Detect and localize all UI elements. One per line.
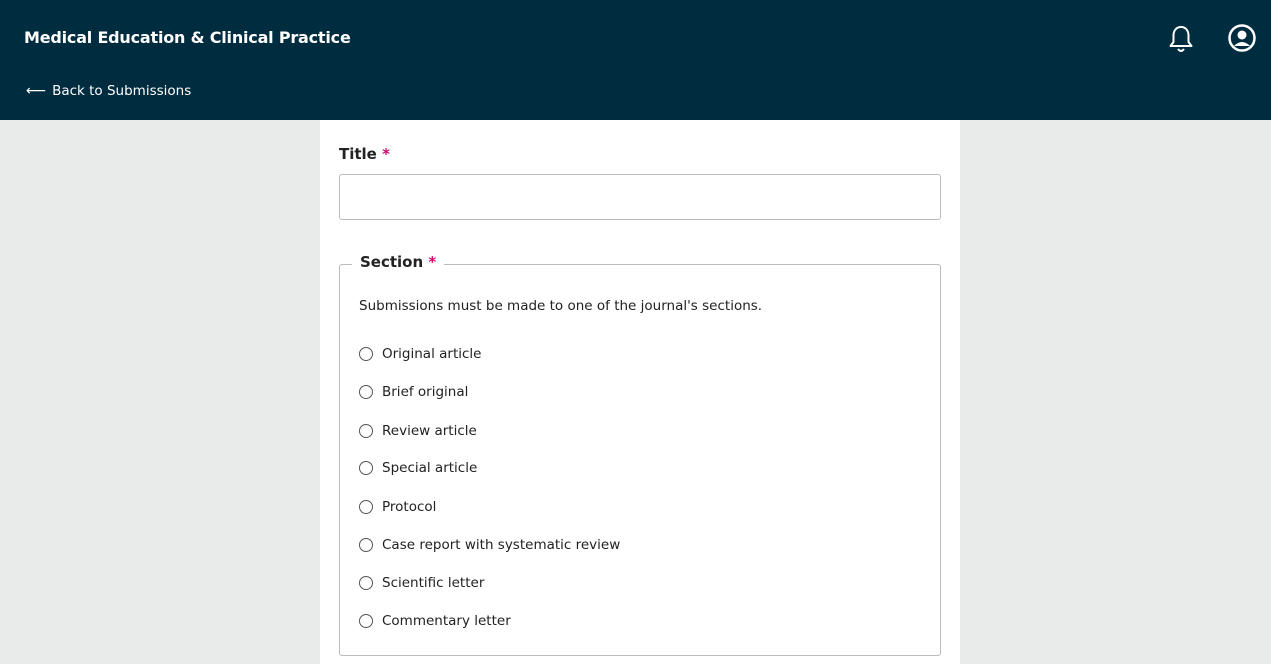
section-option-special-article[interactable]: Special article	[359, 460, 477, 476]
radio-button[interactable]	[359, 500, 373, 514]
section-fieldset: Section * Submissions must be made to on…	[339, 253, 941, 656]
title-input[interactable]	[339, 174, 941, 220]
section-option-case-report[interactable]: Case report with systematic review	[359, 537, 620, 553]
section-option-commentary-letter[interactable]: Commentary letter	[359, 613, 511, 629]
radio-button[interactable]	[359, 576, 373, 590]
radio-button[interactable]	[359, 424, 373, 438]
option-label: Scientific letter	[382, 575, 485, 591]
title-field-label: Title *	[339, 145, 390, 163]
option-label: Case report with systematic review	[382, 537, 621, 553]
radio-button[interactable]	[359, 461, 373, 475]
option-label: Original article	[382, 346, 482, 362]
option-label: Protocol	[382, 499, 437, 515]
section-option-scientific-letter[interactable]: Scientific letter	[359, 575, 484, 591]
section-option-review-article[interactable]: Review article	[359, 423, 477, 439]
option-label: Special article	[382, 460, 478, 476]
app-title: Medical Education & Clinical Practice	[24, 28, 351, 47]
radio-button[interactable]	[359, 614, 373, 628]
back-to-submissions-link[interactable]: ⟵ Back to Submissions	[26, 83, 191, 99]
radio-button[interactable]	[359, 347, 373, 361]
title-label-text: Title	[339, 145, 377, 163]
radio-button[interactable]	[359, 538, 373, 552]
top-header: Medical Education & Clinical Practice ⟵ …	[0, 0, 1271, 120]
option-label: Review article	[382, 423, 477, 439]
back-arrow-icon: ⟵	[26, 83, 47, 99]
option-label: Brief original	[382, 384, 469, 400]
submission-form-panel: Title * Section * Submissions must be ma…	[320, 120, 960, 664]
section-description: Submissions must be made to one of the j…	[359, 298, 763, 314]
section-legend: Section *	[352, 253, 445, 271]
bell-icon[interactable]	[1168, 24, 1194, 54]
user-circle-icon[interactable]	[1228, 24, 1256, 52]
section-option-brief-original[interactable]: Brief original	[359, 384, 468, 400]
radio-button[interactable]	[359, 385, 373, 399]
required-marker: *	[428, 253, 437, 271]
required-marker: *	[382, 145, 390, 163]
back-link-label: Back to Submissions	[52, 83, 192, 99]
section-legend-text: Section	[360, 253, 424, 271]
section-option-original-article[interactable]: Original article	[359, 346, 481, 362]
section-option-protocol[interactable]: Protocol	[359, 499, 436, 515]
option-label: Commentary letter	[382, 613, 511, 629]
